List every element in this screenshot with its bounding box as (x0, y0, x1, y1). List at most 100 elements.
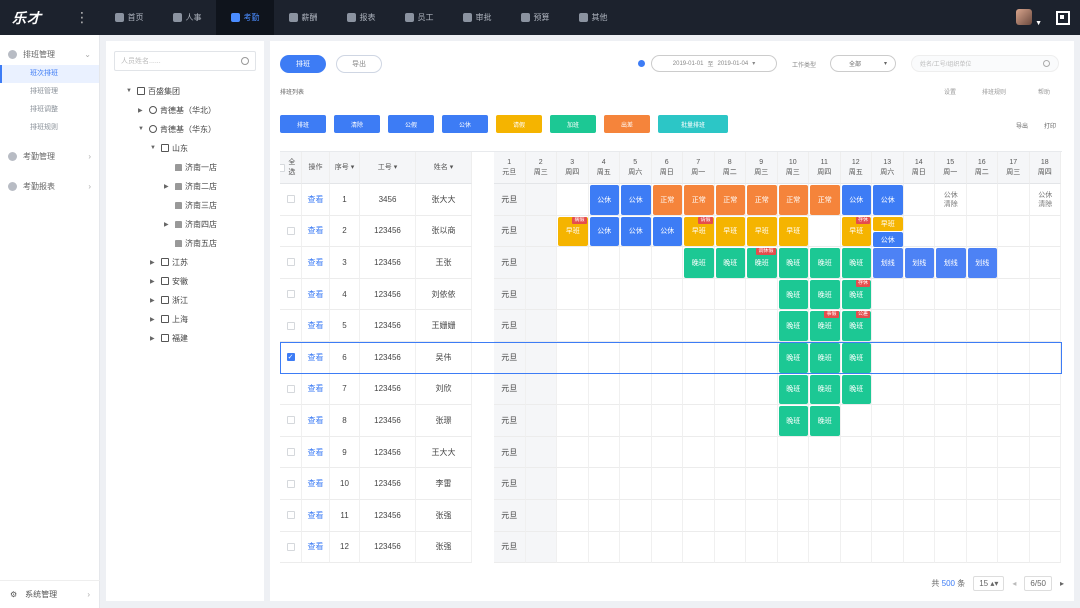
tree-node[interactable]: 济南五店 (164, 236, 217, 250)
shift-chip[interactable]: 早班 病假 (558, 216, 588, 247)
schedule-cell[interactable] (872, 468, 904, 500)
schedule-cell[interactable] (903, 310, 935, 342)
row-checkbox[interactable] (286, 511, 295, 520)
nav-tab-8[interactable]: 其他 (564, 0, 622, 35)
nav-tab-7[interactable]: 预算 (506, 0, 564, 35)
print-button[interactable]: 打印 (1044, 121, 1056, 130)
tree-node[interactable]: ▼ 肯德基（华东） (138, 122, 216, 136)
schedule-cell[interactable] (746, 278, 778, 311)
sidebar-group-1[interactable]: 考勤管理 › (0, 145, 99, 167)
shift-chip[interactable]: 晚班 (810, 279, 840, 310)
schedule-cell[interactable] (872, 500, 904, 532)
nav-tab-5[interactable]: 员工 (390, 0, 448, 35)
schedule-cell[interactable] (525, 531, 557, 563)
shift-chip[interactable]: 晚班 (841, 343, 871, 373)
schedule-cell[interactable] (935, 531, 967, 563)
day-header[interactable]: 5 周六 (620, 152, 652, 184)
row-select[interactable] (280, 215, 302, 248)
row-select[interactable] (280, 468, 302, 500)
schedule-cell[interactable] (966, 468, 998, 500)
schedule-cell[interactable] (683, 405, 715, 437)
schedule-cell[interactable] (998, 500, 1030, 532)
schedule-cell[interactable] (557, 342, 589, 374)
expand-right-icon[interactable]: ▶ (164, 221, 172, 228)
tree-node[interactable]: ▶ 上海 (150, 312, 188, 326)
shift-chip[interactable]: 公休 (841, 185, 871, 215)
tree-node[interactable]: ▶ 安徽 (150, 274, 188, 288)
schedule-cell[interactable] (935, 278, 967, 311)
schedule-cell[interactable] (966, 342, 998, 374)
schedule-cell[interactable] (1029, 310, 1061, 342)
schedule-cell[interactable] (809, 436, 841, 469)
schedule-cell[interactable] (588, 342, 620, 374)
qr-code-icon[interactable] (1056, 11, 1070, 25)
schedule-cell[interactable] (935, 373, 967, 406)
shift-chip[interactable]: 晚班 (810, 374, 840, 405)
schedule-cell[interactable] (935, 468, 967, 500)
tree-node[interactable]: ▶ 江苏 (150, 255, 188, 269)
row-checkbox[interactable] (286, 321, 295, 330)
schedule-cell[interactable] (525, 342, 557, 374)
shift-chip[interactable]: 早班 (778, 216, 808, 247)
shift-chip[interactable]: 公休 (873, 185, 903, 215)
schedule-cell[interactable] (746, 405, 778, 437)
nav-tab-4[interactable]: 报表 (332, 0, 390, 35)
schedule-cell[interactable] (903, 468, 935, 500)
schedule-cell[interactable] (714, 531, 746, 563)
schedule-cell[interactable] (935, 342, 967, 374)
shift-chip[interactable]: 正常 (684, 185, 714, 215)
shift-chip[interactable]: 晚班 (841, 248, 871, 278)
schedule-cell[interactable] (588, 247, 620, 279)
expand-down-icon[interactable]: ▼ (138, 126, 146, 132)
schedule-cell[interactable] (714, 373, 746, 406)
shift-chip[interactable]: 正常 (810, 185, 840, 215)
row-select[interactable] (280, 373, 302, 406)
schedule-cell[interactable] (683, 342, 715, 374)
row-checkbox[interactable] (286, 290, 295, 299)
view-link[interactable]: 查看 (302, 500, 330, 532)
view-link[interactable]: 查看 (302, 373, 330, 406)
day-header[interactable]: 7 周一 (683, 152, 715, 184)
schedule-cell[interactable] (683, 278, 715, 311)
schedule-cell[interactable] (998, 468, 1030, 500)
day-header[interactable]: 1 元旦 (494, 152, 526, 184)
schedule-cell[interactable] (998, 247, 1030, 279)
schedule-cell[interactable] (620, 436, 652, 469)
schedule-cell[interactable] (809, 531, 841, 563)
row-checkbox[interactable] (286, 258, 295, 267)
row-select[interactable]: ✓ (280, 342, 302, 374)
schedule-cell[interactable] (935, 215, 967, 248)
sidebar-group-0[interactable]: 排班管理 ⌄ (0, 43, 99, 65)
schedule-cell[interactable] (966, 310, 998, 342)
shift-chip[interactable]: 晚班 (778, 374, 808, 405)
shift-chip[interactable]: 晚班 (778, 343, 808, 373)
view-link[interactable]: 查看 (302, 278, 330, 311)
shift-chip[interactable]: 晚班 事假 (810, 311, 840, 341)
expand-right-icon[interactable]: ▶ (150, 335, 158, 342)
schedule-cell[interactable] (746, 500, 778, 532)
expand-right-icon[interactable]: ▶ (150, 259, 158, 266)
schedule-cell[interactable] (651, 310, 683, 342)
sidebar-item-0-3[interactable]: 排班规则 (0, 119, 99, 137)
schedule-cell[interactable] (588, 373, 620, 406)
schedule-cell[interactable] (588, 405, 620, 437)
row-checkbox[interactable] (286, 195, 295, 204)
shift-chip[interactable]: 晚班 (778, 406, 808, 436)
schedule-cell[interactable] (777, 531, 809, 563)
schedule-cell[interactable] (840, 436, 872, 469)
schedule-cell[interactable] (588, 436, 620, 469)
shift-chip[interactable]: 公休 (652, 216, 682, 247)
schedule-cell[interactable] (872, 405, 904, 437)
row-select[interactable] (280, 405, 302, 437)
schedule-cell[interactable] (714, 436, 746, 469)
schedule-cell[interactable] (998, 405, 1030, 437)
row-checkbox[interactable] (286, 416, 295, 425)
schedule-cell[interactable] (525, 436, 557, 469)
select-all-checkbox[interactable] (280, 163, 286, 172)
schedule-cell[interactable] (840, 531, 872, 563)
schedule-cell[interactable] (872, 310, 904, 342)
schedule-cell[interactable] (651, 500, 683, 532)
schedule-cell[interactable] (746, 373, 778, 406)
nav-tab-3[interactable]: 薪酬 (274, 0, 332, 35)
export-button[interactable]: 导出 (1016, 121, 1028, 130)
